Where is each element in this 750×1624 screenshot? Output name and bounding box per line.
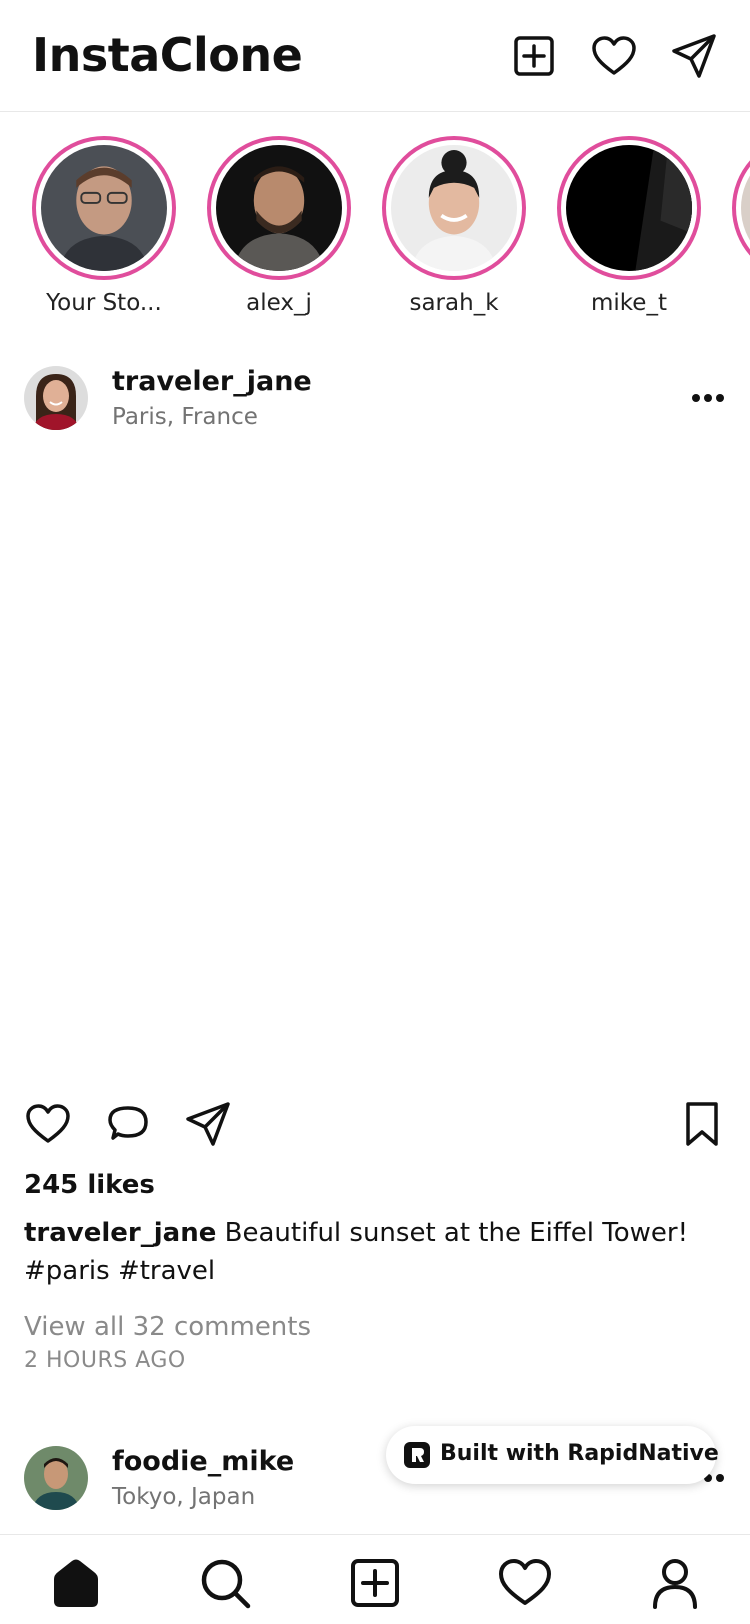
avatar-dark-abstract-icon — [566, 145, 692, 271]
story-name: Your Sto... — [46, 290, 162, 316]
post-image[interactable] — [0, 446, 750, 1072]
post-location[interactable]: Paris, France — [112, 404, 258, 430]
heart-icon[interactable] — [497, 1555, 553, 1611]
story-ring — [207, 136, 351, 280]
story-ring — [732, 136, 750, 280]
story-avatar — [216, 145, 342, 271]
story-item[interactable]: mike_t — [554, 136, 704, 316]
story-item[interactable] — [729, 136, 750, 280]
story-name: mike_t — [591, 290, 667, 316]
caption-username[interactable]: traveler_jane — [24, 1218, 216, 1248]
send-icon[interactable] — [670, 32, 718, 80]
avatar-woman-smile-icon — [391, 145, 517, 271]
add-post-icon[interactable] — [510, 32, 558, 80]
avatar-man-icon — [24, 1446, 88, 1510]
story-avatar — [741, 145, 750, 271]
rapidnative-logo-icon — [404, 1442, 430, 1468]
avatar[interactable] — [24, 366, 88, 430]
add-post-icon[interactable] — [347, 1555, 403, 1611]
story-ring — [382, 136, 526, 280]
profile-icon[interactable] — [647, 1555, 703, 1611]
app-header: InstaClone — [0, 0, 750, 112]
likes-count[interactable]: 245 likes — [24, 1170, 155, 1200]
post-username[interactable]: foodie_mike — [112, 1446, 294, 1477]
story-name: alex_j — [246, 290, 312, 316]
story-avatar — [41, 145, 167, 271]
share-icon[interactable] — [184, 1100, 232, 1148]
post-username[interactable]: traveler_jane — [112, 366, 312, 397]
post-location[interactable]: Tokyo, Japan — [112, 1484, 255, 1510]
bottom-tab-bar — [0, 1534, 750, 1624]
badge-label: Built with RapidNative — [440, 1441, 719, 1466]
stories-row: Your Sto... alex_j sarah_k mike_t — [0, 112, 750, 337]
avatar-man-beard-icon — [216, 145, 342, 271]
like-icon[interactable] — [24, 1100, 72, 1148]
avatar-woman-icon — [24, 366, 88, 430]
story-ring — [32, 136, 176, 280]
heart-icon[interactable] — [590, 32, 638, 80]
more-options-icon[interactable] — [690, 388, 726, 408]
view-comments-link[interactable]: View all 32 comments — [24, 1312, 311, 1342]
post-caption: traveler_jane Beautiful sunset at the Ei… — [24, 1214, 724, 1290]
built-with-badge[interactable]: Built with RapidNative — [386, 1426, 719, 1484]
search-icon[interactable] — [197, 1555, 253, 1611]
bookmark-icon[interactable] — [678, 1100, 726, 1148]
story-avatar — [566, 145, 692, 271]
home-icon[interactable] — [48, 1555, 104, 1611]
app-title: InstaClone — [32, 28, 303, 82]
story-item[interactable]: alex_j — [204, 136, 354, 316]
post-timestamp: 2 HOURS AGO — [24, 1348, 186, 1373]
story-avatar — [391, 145, 517, 271]
story-item[interactable]: Your Sto... — [29, 136, 179, 316]
story-name: sarah_k — [409, 290, 499, 316]
avatar-man-glasses-icon — [41, 145, 167, 271]
story-item[interactable]: sarah_k — [379, 136, 529, 316]
comment-icon[interactable] — [104, 1100, 152, 1148]
story-ring — [557, 136, 701, 280]
post-header: traveler_jane Paris, France — [0, 366, 750, 446]
avatar[interactable] — [24, 1446, 88, 1510]
post-actions — [0, 1100, 750, 1156]
